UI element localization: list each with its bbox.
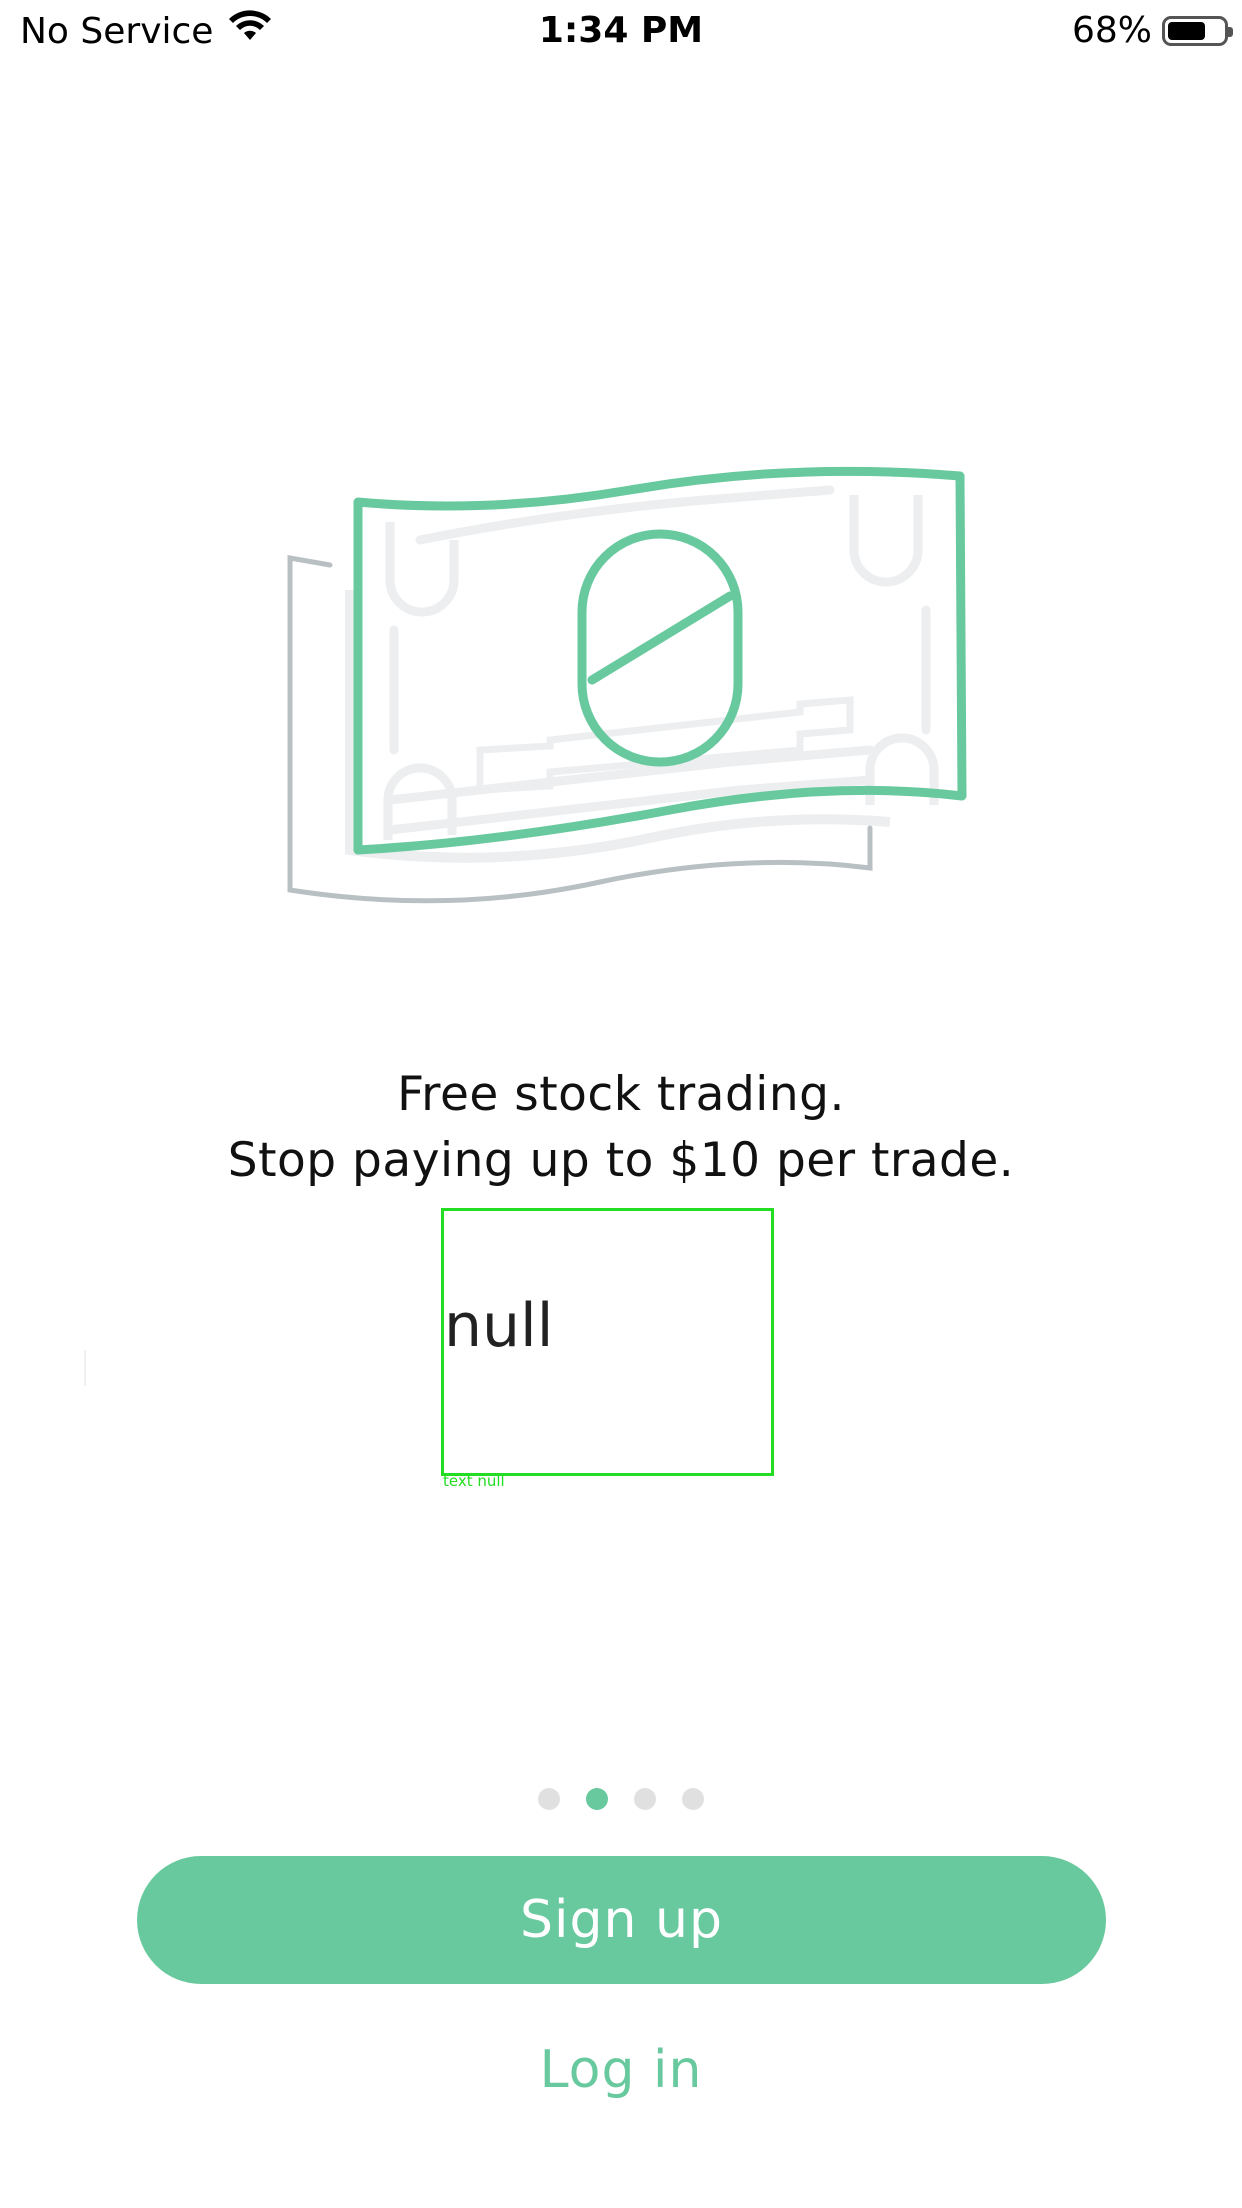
battery-percent: 68% xyxy=(1071,10,1152,51)
page-dot[interactable] xyxy=(682,1788,704,1810)
status-bar: No Service 1:34 PM 68% xyxy=(0,0,1242,62)
divider xyxy=(84,1350,86,1386)
page-dot[interactable] xyxy=(538,1788,560,1810)
page-dot[interactable] xyxy=(634,1788,656,1810)
overlay-text: null xyxy=(444,1291,554,1361)
log-in-link[interactable]: Log in xyxy=(0,2040,1242,2100)
status-right: 68% xyxy=(1071,10,1233,51)
headline-line-1: Free stock trading. xyxy=(397,1067,845,1122)
headline-line-2: Stop paying up to $10 per trade. xyxy=(227,1133,1015,1188)
sign-up-button[interactable]: Sign up xyxy=(137,1856,1106,1984)
headline: Free stock trading. Stop paying up to $1… xyxy=(0,1062,1242,1194)
overlay-caption: text null xyxy=(443,1472,505,1490)
dollar-bill-icon xyxy=(270,450,990,930)
battery-fill xyxy=(1168,21,1205,40)
page-indicator[interactable] xyxy=(0,1788,1242,1810)
battery-icon xyxy=(1162,15,1233,46)
clock: 1:34 PM xyxy=(538,10,704,51)
welcome-screen: No Service 1:34 PM 68% Free stock tradin… xyxy=(0,0,1242,2208)
page-dot-active[interactable] xyxy=(586,1788,608,1810)
text-overlay-box: null xyxy=(441,1208,774,1476)
battery-cap xyxy=(1228,26,1233,37)
